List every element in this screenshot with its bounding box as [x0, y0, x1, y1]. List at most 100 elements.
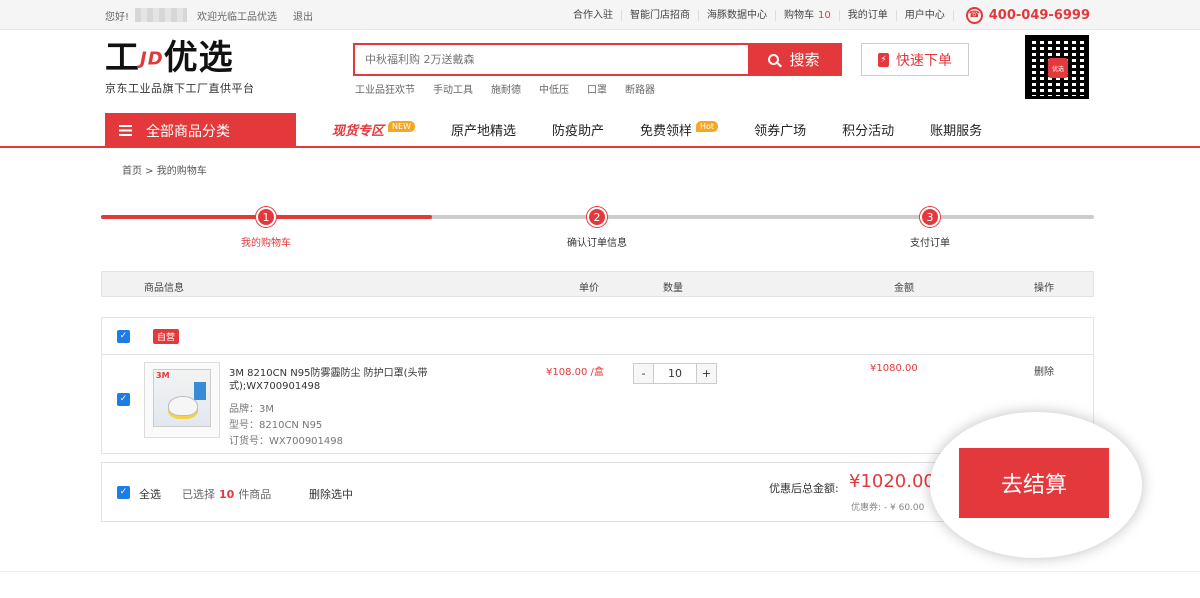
delete-item-link[interactable]: 删除 — [1034, 363, 1054, 378]
total-label: 优惠后总金额: — [769, 482, 839, 495]
logo-wordmark: 工JD优选 — [105, 38, 305, 80]
logo-tagline: 京东工业品旗下工厂直供平台 — [105, 81, 255, 95]
hot-word[interactable]: 断路器 — [625, 81, 655, 96]
my-orders-link[interactable]: 我的订单 — [840, 9, 897, 21]
phone-icon: ☎ — [965, 6, 983, 24]
nav-item-in-stock[interactable]: 现货专区 NEW — [332, 120, 415, 139]
step-2-label: 确认订单信息 — [567, 238, 627, 249]
qr-logo: 优选 — [1048, 58, 1068, 78]
nav-item-label: 现货专区 — [332, 124, 385, 139]
new-badge: NEW — [388, 121, 415, 132]
welcome-text: 欢迎光临工品优选 — [197, 11, 278, 23]
search-input[interactable] — [355, 45, 748, 74]
col-unit-price: 单价 — [579, 283, 599, 294]
hotline: ☎ 400-049-6999 — [965, 6, 1090, 24]
item-checkbox[interactable]: ✓ — [117, 393, 130, 406]
mask-image — [168, 396, 198, 416]
nav-item-label: 防疫助产 — [551, 124, 604, 139]
cart-items-box: ✓ 自营 ✓ 3M 3M 8210CN N95防雾霾防尘 防护口罩(头带式);W… — [101, 317, 1094, 454]
nav-item-free-sample[interactable]: 免费领样 Hot — [640, 120, 719, 139]
hot-word[interactable]: 手动工具 — [433, 81, 473, 96]
top-bar-left: 您好! 欢迎光临工品优选 退出 — [105, 0, 313, 30]
delete-selected-link[interactable]: 删除选中 — [309, 486, 353, 502]
nav-item-origin[interactable]: 原产地精选 — [451, 120, 516, 139]
mask-box-image: 3M — [153, 369, 211, 427]
box-stripe — [194, 382, 206, 400]
top-bar-right: 合作入驻 智能门店招商 海豚数据中心 购物车 10 我的订单 用户中心 ☎ 400… — [565, 0, 1090, 30]
quick-order-label: 快速下单 — [896, 52, 952, 69]
nav-item-epidemic[interactable]: 防疫助产 — [552, 120, 604, 139]
product-model: 型号：8210CN N95 — [229, 420, 323, 431]
partner-link[interactable]: 合作入驻 — [565, 9, 623, 21]
all-categories-label: 全部商品分类 — [146, 123, 230, 140]
nav-item-credit[interactable]: 账期服务 — [930, 120, 982, 139]
lightning-icon: ⚡ — [878, 52, 889, 67]
logo-jd: JD — [140, 48, 164, 70]
logout-link[interactable]: 退出 — [293, 8, 313, 23]
selected-suffix: 件商品 — [238, 488, 272, 501]
site-logo[interactable]: 工JD优选 京东工业品旗下工厂直供平台 — [105, 38, 305, 96]
quick-order-button[interactable]: ⚡ 快速下单 — [861, 43, 969, 76]
search-icon — [768, 54, 780, 65]
cart-link[interactable]: 购物车 10 — [776, 9, 840, 21]
step-3-dot: 3 — [920, 207, 940, 227]
greeting-text: 您好! — [105, 11, 130, 23]
user-center-link[interactable]: 用户中心 — [897, 9, 954, 21]
nav-item-label: 账期服务 — [930, 124, 983, 139]
hot-word[interactable]: 施耐德 — [491, 81, 521, 96]
main-nav: 现货专区 NEW 原产地精选 防疫助产 免费领样 Hot 领券广场 积分活动 账期服… — [332, 113, 1018, 146]
data-center-link[interactable]: 海豚数据中心 — [699, 9, 777, 21]
breadcrumb[interactable]: 首页 > 我的购物车 — [122, 162, 207, 177]
menu-icon — [119, 125, 132, 136]
search-button-label: 搜索 — [789, 51, 820, 69]
quantity-stepper: - 10 + — [633, 363, 717, 384]
qr-code: 优选 — [1025, 35, 1089, 99]
step-3-label: 支付订单 — [910, 238, 950, 249]
hot-search-words: 工业品狂欢节 手动工具 施耐德 中低压 口罩 断路器 — [355, 81, 673, 96]
cart-count-badge: 10 — [818, 9, 831, 21]
top-bar: 您好! 欢迎光临工品优选 退出 合作入驻 智能门店招商 海豚数据中心 购物车 10… — [0, 0, 1200, 30]
shop-checkbox[interactable]: ✓ — [117, 330, 130, 343]
product-image[interactable]: 3M — [144, 362, 220, 438]
col-quantity: 数量 — [663, 283, 683, 294]
hotline-number: 400-049-6999 — [988, 7, 1090, 23]
step-2-dot: 2 — [587, 207, 607, 227]
search-button[interactable]: 搜索 — [748, 45, 840, 74]
hot-word[interactable]: 中低压 — [539, 81, 569, 96]
cart-link-label: 购物车 — [784, 9, 815, 21]
quantity-increase-button[interactable]: + — [696, 364, 716, 383]
checkout-button[interactable]: 去结算 — [959, 448, 1109, 518]
hot-word[interactable]: 工业品狂欢节 — [355, 81, 415, 96]
hot-word[interactable]: 口罩 — [587, 81, 607, 96]
username-redacted — [135, 8, 188, 22]
col-amount: 金额 — [894, 283, 914, 294]
cart-table-header: 商品信息 单价 数量 金额 操作 — [101, 271, 1094, 297]
selected-prefix: 已选择 — [182, 488, 215, 501]
all-categories-button[interactable]: 全部商品分类 — [105, 113, 296, 148]
col-action: 操作 — [1034, 283, 1054, 294]
col-product-info: 商品信息 — [144, 283, 184, 294]
product-title[interactable]: 3M 8210CN N95防雾霾防尘 防护口罩(头带式);WX700901498 — [229, 367, 449, 393]
logo-left: 工 — [105, 38, 140, 78]
nav-item-coupons[interactable]: 领券广场 — [754, 120, 806, 139]
coupon-discount: 优惠券: - ¥ 60.00 — [851, 503, 925, 513]
nav-item-label: 原产地精选 — [450, 124, 516, 139]
search-bar: 搜索 — [353, 43, 842, 76]
select-all-label[interactable]: 全选 — [139, 486, 161, 502]
store-franchise-link[interactable]: 智能门店招商 — [622, 9, 700, 21]
select-all-checkbox[interactable]: ✓ — [117, 486, 130, 499]
quantity-input[interactable]: 10 — [654, 364, 696, 383]
nav-item-points[interactable]: 积分活动 — [842, 120, 894, 139]
item-amount: ¥1080.00 — [870, 363, 918, 374]
selected-count-text: 已选择 10 件商品 — [182, 486, 271, 502]
quantity-decrease-button[interactable]: - — [634, 364, 654, 383]
nav-item-label: 积分活动 — [842, 124, 895, 139]
step-1-label: 我的购物车 — [241, 238, 291, 249]
product-order-number: 订货号：WX700901498 — [229, 436, 343, 447]
self-operated-tag: 自营 — [153, 329, 180, 344]
step-1-dot: 1 — [256, 207, 276, 227]
logo-right: 优选 — [163, 38, 234, 78]
shop-row: ✓ 自营 — [102, 318, 1093, 355]
product-brand: 品牌：3M — [229, 404, 274, 415]
brand-mark: 3M — [156, 371, 170, 380]
